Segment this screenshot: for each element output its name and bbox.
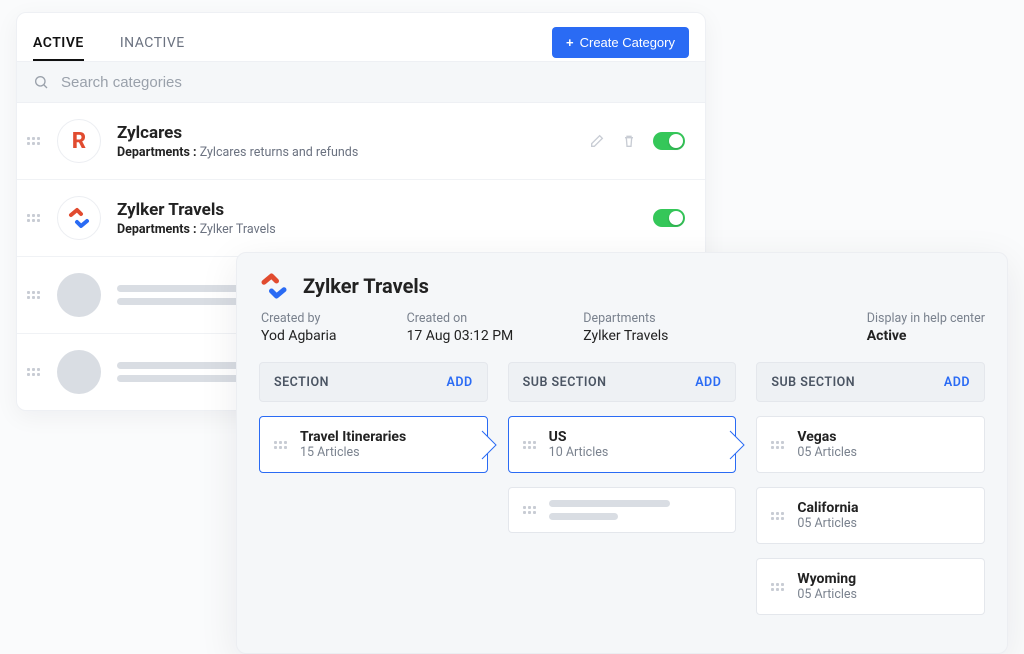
- skeleton-line: [549, 513, 618, 520]
- create-category-button[interactable]: + Create Category: [552, 27, 689, 58]
- avatar-placeholder: [57, 350, 101, 394]
- drag-handle-icon[interactable]: [27, 132, 41, 150]
- subsection-column: SUB SECTION ADD Vegas 05 Articles Califo…: [756, 362, 985, 629]
- column-title: SUB SECTION: [523, 375, 607, 390]
- edit-icon[interactable]: [589, 133, 605, 149]
- drag-handle-icon[interactable]: [523, 501, 537, 519]
- plus-icon: +: [566, 35, 574, 50]
- avatar-letter: R: [72, 129, 86, 154]
- active-toggle[interactable]: [653, 132, 685, 150]
- row-actions: [589, 132, 685, 150]
- drag-handle-icon[interactable]: [27, 363, 41, 381]
- search-input[interactable]: [61, 74, 689, 91]
- category-title: Zylker Travels: [117, 200, 637, 220]
- card-subtitle: 05 Articles: [797, 516, 858, 531]
- search-icon: [33, 74, 49, 90]
- card-title: Travel Itineraries: [300, 429, 406, 445]
- card-subtitle: 05 Articles: [797, 445, 857, 460]
- meta-value: Zylker Travels: [583, 328, 668, 344]
- departments-label: Departments :: [117, 145, 197, 160]
- meta-label: Departments: [583, 311, 668, 326]
- column-title: SUB SECTION: [771, 375, 855, 390]
- meta-label: Created by: [261, 311, 337, 326]
- meta-value: 17 Aug 03:12 PM: [407, 328, 514, 344]
- tab-inactive[interactable]: INACTIVE: [120, 35, 185, 61]
- chevron-right-icon: [729, 430, 745, 460]
- subsection-column: SUB SECTION ADD US 10 Articles: [508, 362, 737, 629]
- category-detail-panel: Zylker Travels Created by Yod Agbaria Cr…: [236, 252, 1008, 654]
- card-subtitle: 05 Articles: [797, 587, 857, 602]
- search-bar: [17, 61, 705, 103]
- card-title: California: [797, 500, 858, 516]
- category-row[interactable]: R Zylcares Departments : Zylcares return…: [17, 103, 705, 180]
- add-subsection-link[interactable]: ADD: [944, 375, 970, 390]
- delete-icon[interactable]: [621, 133, 637, 149]
- card-title: US: [549, 429, 609, 445]
- subsection-card[interactable]: US 10 Articles: [508, 416, 737, 473]
- add-section-link[interactable]: ADD: [447, 375, 473, 390]
- meta-value: Active: [867, 328, 985, 344]
- category-subtitle: Departments : Zylcares returns and refun…: [117, 145, 573, 160]
- drag-handle-icon[interactable]: [771, 436, 785, 454]
- section-columns: SECTION ADD Travel Itineraries 15 Articl…: [259, 362, 985, 629]
- chevron-right-icon: [481, 430, 497, 460]
- card-subtitle: 10 Articles: [549, 445, 609, 460]
- subsection-card[interactable]: Vegas 05 Articles: [756, 416, 985, 473]
- card-title: Vegas: [797, 429, 857, 445]
- panel-header: ACTIVE INACTIVE + Create Category: [17, 13, 705, 61]
- section-card[interactable]: Travel Itineraries 15 Articles: [259, 416, 488, 473]
- category-body: Zylcares Departments : Zylcares returns …: [117, 123, 573, 160]
- departments-label: Departments :: [117, 222, 197, 237]
- zylker-logo-icon: [259, 271, 289, 301]
- skeleton-line: [549, 500, 670, 507]
- drag-handle-icon[interactable]: [274, 436, 288, 454]
- zylker-logo-icon: [67, 206, 91, 230]
- category-title: Zylcares: [117, 123, 573, 143]
- detail-title: Zylker Travels: [303, 274, 429, 298]
- meta-label: Display in help center: [867, 311, 985, 326]
- category-subtitle: Departments : Zylker Travels: [117, 222, 637, 237]
- drag-handle-icon[interactable]: [27, 286, 41, 304]
- meta-label: Created on: [407, 311, 514, 326]
- column-header: SECTION ADD: [259, 362, 488, 402]
- meta-value: Yod Agbaria: [261, 328, 337, 344]
- departments-value: Zylker Travels: [200, 222, 276, 237]
- meta-display: Display in help center Active: [867, 311, 985, 344]
- category-avatar: R: [57, 119, 101, 163]
- drag-handle-icon[interactable]: [27, 209, 41, 227]
- card-subtitle: 15 Articles: [300, 445, 406, 460]
- meta-row: Created by Yod Agbaria Created on 17 Aug…: [261, 311, 985, 344]
- drag-handle-icon[interactable]: [771, 507, 785, 525]
- category-row[interactable]: Zylker Travels Departments : Zylker Trav…: [17, 180, 705, 257]
- row-actions: [653, 209, 685, 227]
- category-body: Zylker Travels Departments : Zylker Trav…: [117, 200, 637, 237]
- add-subsection-link[interactable]: ADD: [695, 375, 721, 390]
- column-title: SECTION: [274, 375, 329, 390]
- subsection-card-skeleton: [508, 487, 737, 533]
- tab-active[interactable]: ACTIVE: [33, 35, 84, 61]
- subsection-card[interactable]: Wyoming 05 Articles: [756, 558, 985, 615]
- drag-handle-icon[interactable]: [523, 436, 537, 454]
- card-title: Wyoming: [797, 571, 857, 587]
- tabs-bar: ACTIVE INACTIVE: [33, 35, 185, 61]
- detail-header: Zylker Travels: [259, 271, 985, 301]
- departments-value: Zylcares returns and refunds: [200, 145, 359, 160]
- meta-created-by: Created by Yod Agbaria: [261, 311, 337, 344]
- meta-created-on: Created on 17 Aug 03:12 PM: [407, 311, 514, 344]
- active-toggle[interactable]: [653, 209, 685, 227]
- category-avatar: [57, 196, 101, 240]
- section-column: SECTION ADD Travel Itineraries 15 Articl…: [259, 362, 488, 629]
- column-header: SUB SECTION ADD: [508, 362, 737, 402]
- subsection-card[interactable]: California 05 Articles: [756, 487, 985, 544]
- create-category-label: Create Category: [580, 35, 675, 50]
- drag-handle-icon[interactable]: [771, 578, 785, 596]
- column-header: SUB SECTION ADD: [756, 362, 985, 402]
- meta-departments: Departments Zylker Travels: [583, 311, 668, 344]
- avatar-placeholder: [57, 273, 101, 317]
